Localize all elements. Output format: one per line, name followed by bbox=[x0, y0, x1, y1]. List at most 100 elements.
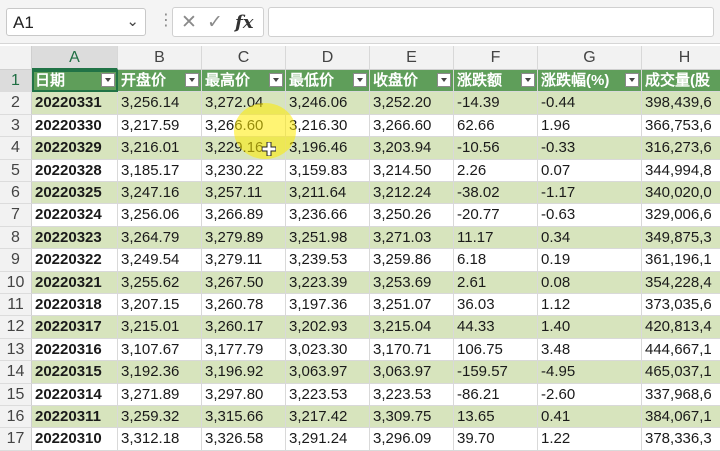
data-cell[interactable]: 3,272.04 bbox=[202, 92, 286, 115]
date-cell[interactable]: 20220330 bbox=[32, 114, 118, 138]
data-cell[interactable]: 3,212.24 bbox=[370, 182, 454, 205]
data-cell[interactable]: 3,257.11 bbox=[202, 182, 286, 205]
header-cell[interactable]: 收盘价 bbox=[370, 70, 454, 93]
data-cell[interactable]: 3,251.98 bbox=[286, 226, 370, 250]
row-header[interactable]: 1 bbox=[0, 70, 32, 93]
header-cell[interactable]: 最低价 bbox=[286, 70, 370, 93]
data-cell[interactable]: 337,968,6 bbox=[642, 383, 720, 406]
data-cell[interactable]: 3,260.17 bbox=[202, 316, 286, 339]
data-cell[interactable]: 0.41 bbox=[538, 406, 642, 429]
data-cell[interactable]: 3.48 bbox=[538, 338, 642, 362]
date-cell[interactable]: 20220311 bbox=[32, 406, 118, 429]
data-cell[interactable]: 3,223.53 bbox=[286, 383, 370, 406]
data-cell[interactable]: 3,215.04 bbox=[370, 316, 454, 339]
data-cell[interactable]: 3,185.17 bbox=[118, 159, 202, 182]
data-cell[interactable]: -14.39 bbox=[454, 92, 538, 115]
data-cell[interactable]: 3,256.06 bbox=[118, 204, 202, 227]
data-cell[interactable]: 3,279.11 bbox=[202, 249, 286, 272]
data-cell[interactable]: 3,196.92 bbox=[202, 361, 286, 384]
data-cell[interactable]: -4.95 bbox=[538, 361, 642, 384]
data-cell[interactable]: 3,291.24 bbox=[286, 428, 370, 451]
row-header[interactable]: 14 bbox=[0, 361, 32, 384]
data-cell[interactable]: 1.12 bbox=[538, 294, 642, 317]
data-cell[interactable]: 329,006,6 bbox=[642, 204, 720, 227]
data-cell[interactable]: 3,063.97 bbox=[370, 361, 454, 384]
data-cell[interactable]: 3,107.67 bbox=[118, 338, 202, 362]
data-cell[interactable]: 316,273,6 bbox=[642, 137, 720, 160]
date-cell[interactable]: 20220328 bbox=[32, 159, 118, 182]
header-cell[interactable]: 最高价 bbox=[202, 70, 286, 93]
data-cell[interactable]: 3,250.26 bbox=[370, 204, 454, 227]
data-cell[interactable]: 3,279.89 bbox=[202, 226, 286, 250]
data-cell[interactable]: 340,020,0 bbox=[642, 182, 720, 205]
data-cell[interactable]: 3,217.59 bbox=[118, 114, 202, 138]
data-cell[interactable]: 3,239.53 bbox=[286, 249, 370, 272]
data-cell[interactable]: 3,159.83 bbox=[286, 159, 370, 182]
data-cell[interactable]: 3,267.50 bbox=[202, 271, 286, 294]
name-box[interactable]: A1 ⌄ bbox=[6, 8, 146, 36]
data-cell[interactable]: 3,170.71 bbox=[370, 338, 454, 362]
data-cell[interactable]: 3,177.79 bbox=[202, 338, 286, 362]
row-header[interactable]: 5 bbox=[0, 159, 32, 182]
row-header[interactable]: 3 bbox=[0, 114, 32, 138]
column-header-b[interactable]: B bbox=[118, 46, 202, 70]
row-header[interactable]: 15 bbox=[0, 383, 32, 406]
data-cell[interactable]: 3,202.93 bbox=[286, 316, 370, 339]
filter-dropdown-icon[interactable] bbox=[185, 73, 199, 87]
data-cell[interactable]: -0.33 bbox=[538, 137, 642, 160]
date-cell[interactable]: 20220318 bbox=[32, 294, 118, 317]
data-cell[interactable]: 3,251.07 bbox=[370, 294, 454, 317]
row-header[interactable]: 2 bbox=[0, 92, 32, 115]
column-header-f[interactable]: F bbox=[454, 46, 538, 70]
data-cell[interactable]: 3,247.16 bbox=[118, 182, 202, 205]
data-cell[interactable]: 3,326.58 bbox=[202, 428, 286, 451]
date-cell[interactable]: 20220322 bbox=[32, 249, 118, 272]
data-cell[interactable]: 36.03 bbox=[454, 294, 538, 317]
data-cell[interactable]: 361,196,1 bbox=[642, 249, 720, 272]
data-cell[interactable]: 3,229.16 bbox=[202, 137, 286, 160]
data-cell[interactable]: 398,439,6 bbox=[642, 92, 720, 115]
column-header-c[interactable]: C bbox=[202, 46, 286, 70]
column-header-a[interactable]: A bbox=[32, 46, 118, 70]
filter-dropdown-icon[interactable] bbox=[521, 73, 535, 87]
filter-dropdown-icon[interactable] bbox=[437, 73, 451, 87]
data-cell[interactable]: 3,192.36 bbox=[118, 361, 202, 384]
data-cell[interactable]: 3,223.39 bbox=[286, 271, 370, 294]
data-cell[interactable]: 3,063.97 bbox=[286, 361, 370, 384]
data-cell[interactable]: 1.22 bbox=[538, 428, 642, 451]
data-cell[interactable]: 11.17 bbox=[454, 226, 538, 250]
data-cell[interactable]: -0.63 bbox=[538, 204, 642, 227]
data-cell[interactable]: 3,249.54 bbox=[118, 249, 202, 272]
data-cell[interactable]: 106.75 bbox=[454, 338, 538, 362]
data-cell[interactable]: 1.96 bbox=[538, 114, 642, 138]
row-header[interactable]: 11 bbox=[0, 294, 32, 317]
row-header[interactable]: 16 bbox=[0, 406, 32, 429]
data-cell[interactable]: -20.77 bbox=[454, 204, 538, 227]
row-header[interactable]: 10 bbox=[0, 271, 32, 294]
data-cell[interactable]: 3,266.89 bbox=[202, 204, 286, 227]
data-cell[interactable]: 3,259.86 bbox=[370, 249, 454, 272]
data-cell[interactable]: 3,207.15 bbox=[118, 294, 202, 317]
x-icon[interactable]: ✕ bbox=[181, 11, 197, 34]
date-cell[interactable]: 20220310 bbox=[32, 428, 118, 451]
date-cell[interactable]: 20220331 bbox=[32, 92, 118, 115]
data-cell[interactable]: 3,259.32 bbox=[118, 406, 202, 429]
data-cell[interactable]: 384,067,1 bbox=[642, 406, 720, 429]
row-header[interactable]: 6 bbox=[0, 182, 32, 205]
data-cell[interactable]: -10.56 bbox=[454, 137, 538, 160]
data-cell[interactable]: 3,252.20 bbox=[370, 92, 454, 115]
data-cell[interactable]: 349,875,3 bbox=[642, 226, 720, 250]
data-cell[interactable]: 3,312.18 bbox=[118, 428, 202, 451]
column-header-h[interactable]: H bbox=[642, 46, 720, 70]
column-header-g[interactable]: G bbox=[538, 46, 642, 70]
data-cell[interactable]: 3,266.60 bbox=[202, 114, 286, 138]
date-cell[interactable]: 20220316 bbox=[32, 338, 118, 362]
row-header[interactable]: 8 bbox=[0, 226, 32, 250]
data-cell[interactable]: 3,260.78 bbox=[202, 294, 286, 317]
data-cell[interactable]: 3,216.30 bbox=[286, 114, 370, 138]
data-cell[interactable]: 13.65 bbox=[454, 406, 538, 429]
column-header-e[interactable]: E bbox=[370, 46, 454, 70]
date-cell[interactable]: 20220329 bbox=[32, 137, 118, 160]
data-cell[interactable]: 62.66 bbox=[454, 114, 538, 138]
chevron-down-icon[interactable]: ⌄ bbox=[126, 12, 139, 30]
